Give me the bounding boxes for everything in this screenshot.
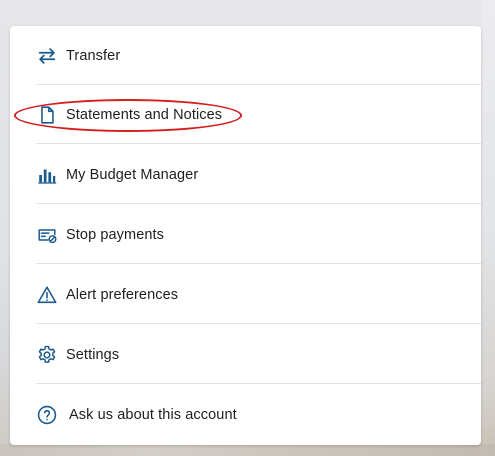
menu-item-label: My Budget Manager <box>66 166 199 183</box>
menu-item-transfer[interactable]: Transfer <box>36 26 481 85</box>
menu-item-label: Stop payments <box>66 226 165 243</box>
warning-triangle-icon <box>36 284 58 306</box>
menu-item-my-budget-manager[interactable]: My Budget Manager <box>36 145 481 204</box>
check-stop-icon <box>36 224 58 246</box>
menu-item-stop-payments[interactable]: Stop payments <box>36 205 481 264</box>
menu-item-label: Transfer <box>66 47 121 64</box>
transfer-arrows-icon <box>36 45 58 67</box>
document-icon <box>36 104 58 126</box>
menu-item-label: Settings <box>66 346 120 363</box>
menu-item-settings[interactable]: Settings <box>36 325 481 384</box>
menu-item-label: Alert preferences <box>66 286 179 303</box>
account-menu-card: Transfer Statements and Notices My Budge… <box>10 26 481 445</box>
menu-item-ask-us-about-this-account[interactable]: Ask us about this account <box>36 385 481 444</box>
help-question-icon <box>36 404 58 426</box>
menu-item-statements-and-notices[interactable]: Statements and Notices <box>36 85 481 144</box>
menu-item-label: Ask us about this account <box>69 406 237 423</box>
background-bottom <box>0 444 495 456</box>
background-right <box>481 0 495 456</box>
bar-chart-icon <box>36 164 58 186</box>
gear-icon <box>36 344 58 366</box>
menu-item-label: Statements and Notices <box>66 106 223 123</box>
menu-item-alert-preferences[interactable]: Alert preferences <box>36 265 481 324</box>
